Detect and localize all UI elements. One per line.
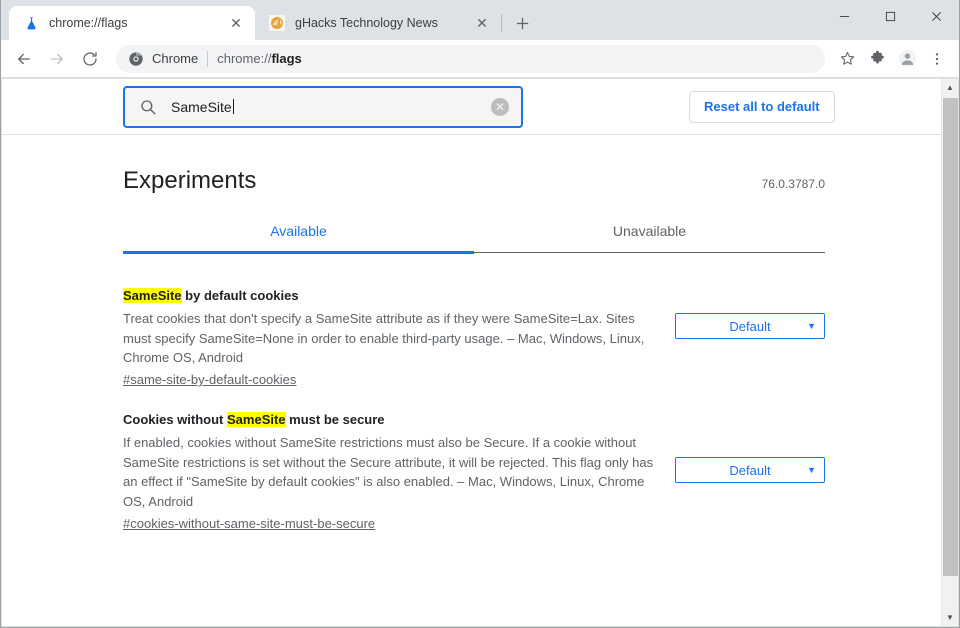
new-tab-button[interactable] <box>508 9 536 37</box>
flag-permalink[interactable]: #cookies-without-same-site-must-be-secur… <box>123 516 375 531</box>
tab-close-icon[interactable]: ✕ <box>227 14 245 32</box>
address-bar[interactable]: Chrome chrome://flags <box>116 44 825 73</box>
tab-strip: chrome://flags ✕ gHacks Technology News … <box>1 0 959 40</box>
window-controls <box>821 0 959 32</box>
flag-select-container: Default ▼ <box>675 411 825 484</box>
chrome-menu-icon[interactable] <box>923 45 951 73</box>
tab-close-icon[interactable]: ✕ <box>473 14 491 32</box>
extensions-puzzle-icon[interactable] <box>863 45 891 73</box>
chevron-down-icon: ▼ <box>807 321 816 331</box>
experiments-section: Experiments 76.0.3787.0 Available Unavai… <box>2 135 941 543</box>
flag-item: Cookies without SameSite must be secure … <box>123 399 825 543</box>
reset-all-to-default-button[interactable]: Reset all to default <box>689 90 835 123</box>
forward-button[interactable] <box>42 44 72 74</box>
scrollbar-thumb[interactable] <box>943 98 958 576</box>
scrollbar-track[interactable] <box>942 96 958 609</box>
flag-select-container: Default ▼ <box>675 287 825 339</box>
flags-page: SameSite ✕ Reset all to default Experime… <box>2 79 941 626</box>
flag-state-select[interactable]: Default ▼ <box>675 313 825 339</box>
flag-title-highlight: SameSite <box>123 288 182 303</box>
chevron-down-icon: ▼ <box>807 465 816 476</box>
flag-title-highlight: SameSite <box>227 412 286 428</box>
vertical-scrollbar[interactable]: ▲ ▼ <box>941 79 958 626</box>
minimize-button[interactable] <box>821 0 867 32</box>
profile-avatar-icon[interactable] <box>893 45 921 73</box>
scroll-down-arrow-icon[interactable]: ▼ <box>942 609 958 626</box>
bookmark-star-icon[interactable] <box>833 45 861 73</box>
text-caret <box>232 98 234 114</box>
browser-tab-ghacks[interactable]: gHacks Technology News ✕ <box>255 6 501 40</box>
flag-title: SameSite by default cookies <box>123 287 657 306</box>
search-icon <box>139 98 159 116</box>
chrome-logo-icon <box>128 51 144 67</box>
browser-window: chrome://flags ✕ gHacks Technology News … <box>0 0 960 628</box>
search-input[interactable]: SameSite ✕ <box>123 85 523 128</box>
flag-list: SameSite by default cookies Treat cookie… <box>123 253 825 543</box>
tab-title: gHacks Technology News <box>295 16 438 30</box>
omnibox-url-prefix: chrome:// <box>217 51 272 66</box>
search-text: SameSite <box>171 98 232 115</box>
tab-separator <box>501 14 502 32</box>
flag-title: Cookies without SameSite must be secure <box>123 411 657 430</box>
flag-title-after: by default cookies <box>181 288 299 303</box>
flag-state-select[interactable]: Default ▼ <box>675 457 825 484</box>
omnibox-url-bold: flags <box>271 51 302 66</box>
flag-description: Treat cookies that don't specify a SameS… <box>123 310 645 366</box>
tab-available[interactable]: Available <box>123 223 474 254</box>
search-row: SameSite ✕ Reset all to default <box>2 79 941 135</box>
omnibox-chip-label: Chrome <box>152 51 199 66</box>
flag-title-before: Cookies without <box>123 412 227 428</box>
tab-unavailable[interactable]: Unavailable <box>474 223 825 252</box>
flag-item: SameSite by default cookies Treat cookie… <box>123 275 825 399</box>
close-button[interactable] <box>913 0 959 32</box>
tab-title: chrome://flags <box>49 16 128 30</box>
search-value: SameSite <box>171 98 491 115</box>
omnibox-divider <box>207 50 209 67</box>
flag-permalink[interactable]: #same-site-by-default-cookies <box>123 372 296 387</box>
chrome-version-label: 76.0.3787.0 <box>761 177 825 191</box>
scroll-up-arrow-icon[interactable]: ▲ <box>942 79 958 96</box>
browser-toolbar: Chrome chrome://flags <box>1 40 959 78</box>
browser-tab-flags[interactable]: chrome://flags ✕ <box>9 6 255 40</box>
back-button[interactable] <box>9 44 39 74</box>
flag-select-value: Default <box>729 318 771 334</box>
reload-button[interactable] <box>75 44 105 74</box>
flask-icon <box>23 15 39 31</box>
experiments-tabs: Available Unavailable <box>123 223 825 254</box>
page-title: Experiments <box>123 167 257 194</box>
ghacks-icon <box>269 15 285 31</box>
flag-select-value: Default <box>729 462 771 478</box>
omnibox-url: chrome://flags <box>217 51 302 66</box>
clear-search-icon[interactable]: ✕ <box>491 97 509 116</box>
flag-details: Cookies without SameSite must be secure … <box>123 411 657 533</box>
flag-description: If enabled, cookies without SameSite res… <box>123 434 654 510</box>
experiments-header: Experiments 76.0.3787.0 <box>123 135 825 195</box>
maximize-button[interactable] <box>867 0 913 32</box>
flag-title-after: must be secure <box>285 412 385 428</box>
flag-details: SameSite by default cookies Treat cookie… <box>123 287 657 389</box>
page-viewport: SameSite ✕ Reset all to default Experime… <box>2 79 958 626</box>
